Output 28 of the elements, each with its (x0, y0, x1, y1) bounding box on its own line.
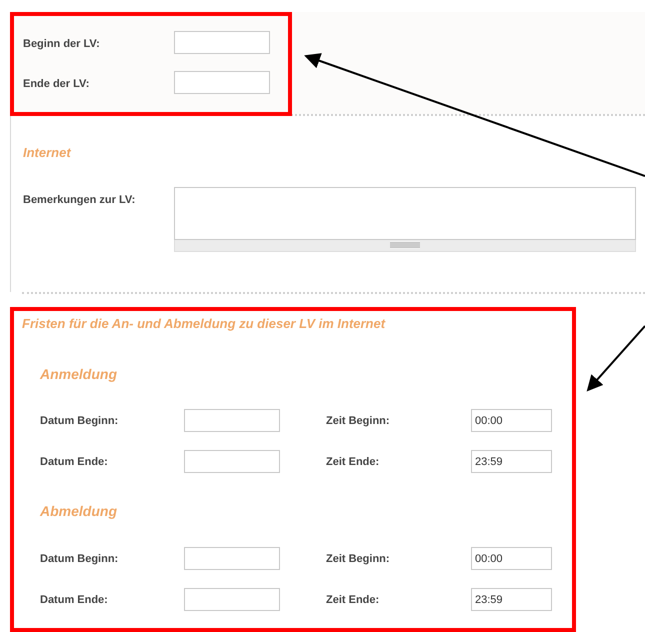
section-heading: Internet (23, 144, 72, 162)
input-field[interactable] (184, 547, 280, 570)
subsection-heading: Abmeldung (40, 502, 118, 521)
input-field[interactable]: 23:59 (471, 450, 552, 473)
field-label: Datum Ende: (40, 455, 109, 470)
field-label: Beginn der LV: (23, 37, 101, 52)
input-field[interactable] (184, 588, 280, 611)
field-label: Ende der LV: (23, 77, 90, 92)
field-label: Bemerkungen zur LV: (23, 192, 136, 208)
input-field[interactable] (174, 71, 270, 94)
section-heading: Fristen für die An- und Abmeldung zu dieser LV im Internet (22, 314, 386, 333)
input-field[interactable] (184, 450, 280, 473)
input-field[interactable] (174, 31, 270, 54)
field-label: Datum Beginn: (40, 414, 120, 429)
input-field[interactable]: 23:59 (471, 588, 552, 611)
arrow (586, 325, 645, 392)
input-field[interactable] (184, 409, 280, 432)
remarks-field[interactable] (174, 186, 636, 240)
field-label: Datum Ende: (40, 593, 109, 608)
field-label: Datum Beginn: (40, 552, 120, 567)
input-field[interactable]: 00:00 (471, 409, 552, 432)
resize-handle[interactable] (174, 240, 636, 252)
field-label: Zeit Beginn: (326, 414, 391, 429)
field-label: Zeit Ende: (326, 455, 380, 470)
field-label: Zeit Beginn: (326, 552, 391, 567)
input-field[interactable]: 00:00 (471, 547, 552, 570)
subsection-heading: Anmeldung (40, 365, 118, 384)
field-label: Zeit Ende: (326, 593, 380, 608)
